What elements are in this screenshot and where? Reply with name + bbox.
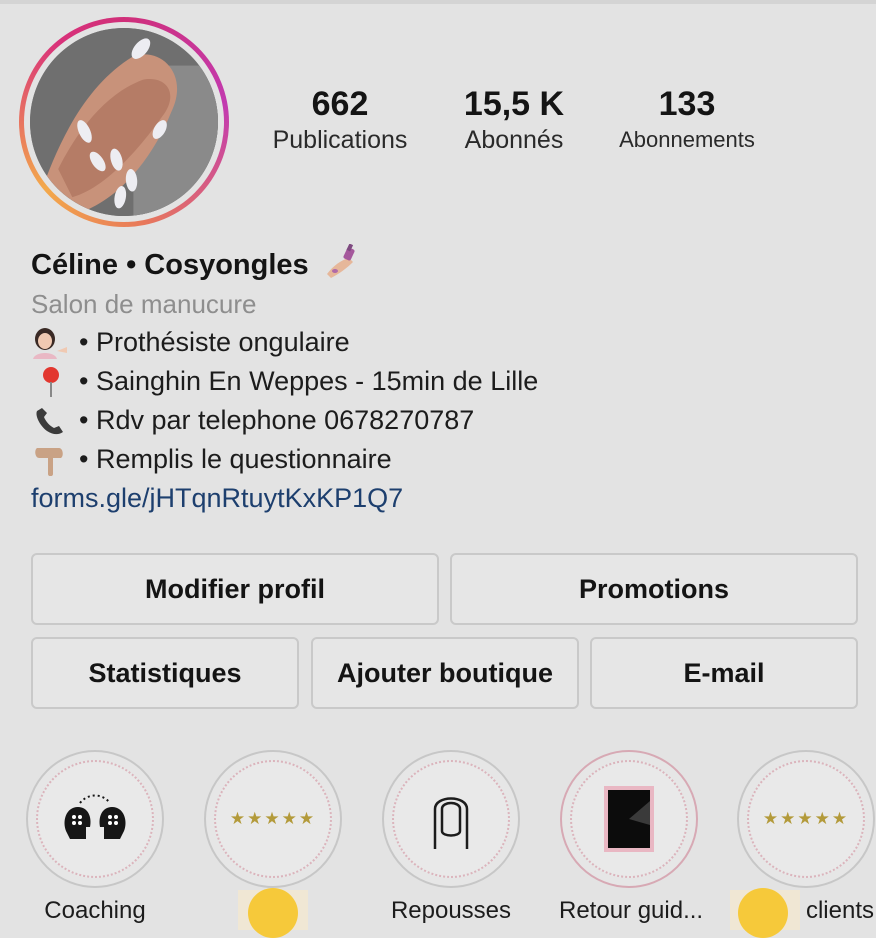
profile-avatar[interactable] — [19, 17, 229, 227]
profile-bio: Céline • Cosyongles Salon de manucure • … — [31, 244, 851, 518]
edit-profile-button[interactable]: Modifier profil — [31, 553, 439, 625]
profile-name-line: Céline • Cosyongles — [31, 244, 851, 285]
bio-line-phone: • Rdv par telephone 0678270787 — [31, 401, 851, 440]
stat-followers[interactable]: 15,5 K Abonnés — [450, 84, 578, 156]
top-divider — [0, 0, 876, 4]
pointing-down-emoji-icon — [35, 447, 63, 476]
five-stars-icon: ★★★★★ — [229, 809, 317, 828]
highlight-label: Retour guid... — [559, 897, 704, 924]
bio-link[interactable]: forms.gle/jHTqnRtuytKxKP1Q7 — [31, 479, 851, 518]
highlight-label: Coaching — [44, 897, 146, 924]
followers-count: 15,5 K — [463, 85, 565, 123]
highlight-guided-return[interactable]: Retour guid... — [559, 750, 704, 926]
bio-questionnaire-text: • Remplis le questionnaire — [79, 444, 392, 474]
nail-polish-emoji-icon — [326, 244, 355, 278]
profile-name: Céline • Cosyongles — [31, 249, 309, 281]
following-label: Abonnements — [619, 127, 755, 152]
avatar-photo — [30, 28, 218, 216]
bio-line-location: • Sainghin En Weppes - 15min de Lille — [31, 362, 851, 401]
publications-count: 662 — [311, 85, 369, 123]
tablet-icon — [604, 786, 654, 852]
bio-line-profession: • Prothésiste ongulaire — [31, 323, 851, 362]
redaction-dot — [738, 888, 788, 938]
redaction-dot — [248, 888, 298, 938]
highlight-reviews[interactable]: ★★★★★ — [203, 750, 343, 896]
highlight-label: Repousses — [390, 897, 512, 924]
following-count: 133 — [658, 85, 716, 123]
five-stars-icon: ★★★★★ — [762, 809, 850, 828]
add-shop-button[interactable]: Ajouter boutique — [311, 637, 579, 709]
bio-profession-text: • Prothésiste ongulaire — [79, 327, 350, 357]
email-button[interactable]: E-mail — [590, 637, 858, 709]
followers-label: Abonnés — [464, 126, 564, 154]
highlight-coaching[interactable]: Coaching — [25, 750, 165, 926]
bio-location-text: • Sainghin En Weppes - 15min de Lille — [79, 366, 539, 396]
coaching-heads-icon — [64, 794, 126, 839]
profile-category: Salon de manucure — [31, 289, 257, 319]
fingernail-icon — [433, 797, 469, 849]
insights-button[interactable]: Statistiques — [31, 637, 299, 709]
round-pushpin-emoji-icon — [43, 366, 59, 397]
bio-line-questionnaire: • Remplis le questionnaire — [31, 440, 851, 479]
publications-label: Publications — [272, 126, 408, 154]
highlight-repousses[interactable]: Repousses — [381, 750, 521, 926]
stat-publications[interactable]: 662 Publications — [262, 84, 418, 156]
nails-photo-icon — [30, 28, 218, 216]
stat-following[interactable]: 133 Abonnements — [606, 84, 768, 156]
promotions-button[interactable]: Promotions — [450, 553, 858, 625]
bio-phone-text: • Rdv par telephone 0678270787 — [79, 405, 475, 435]
woman-tipping-hand-emoji-icon — [33, 327, 67, 359]
telephone-receiver-emoji-icon — [36, 407, 63, 434]
